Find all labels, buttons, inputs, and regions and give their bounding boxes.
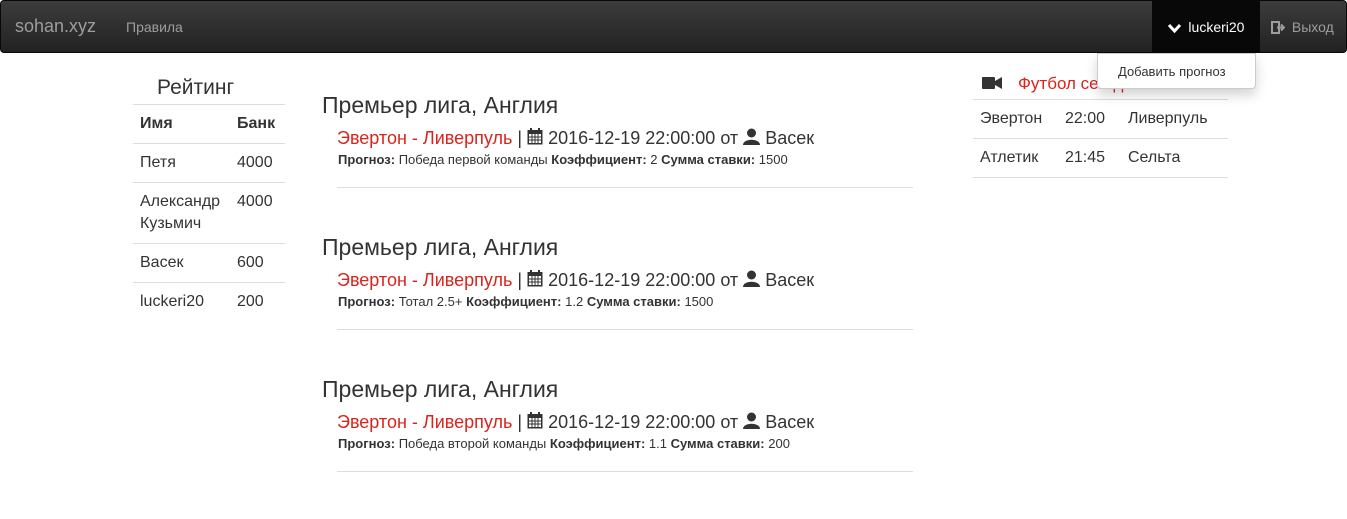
divider	[337, 187, 913, 188]
logout-link[interactable]: Выход	[1271, 19, 1334, 35]
game-time-cell: 21:45	[1058, 138, 1121, 178]
stake-label: Сумма ставки:	[661, 152, 756, 167]
rating-bank-cell: 200	[230, 282, 285, 321]
forecast-card: Премьер лига, Англия Эвертон - Ливерпуль…	[322, 234, 922, 330]
game-time-cell: 22:00	[1058, 99, 1121, 139]
calendar-icon	[527, 270, 543, 290]
rating-bank-cell: 600	[230, 243, 285, 283]
forecast-value: Тотал 2.5+	[398, 294, 463, 309]
match-line: Эвертон - Ливерпуль | 2016-12-19 22:00:0…	[337, 128, 922, 149]
forecast-label: Прогноз:	[338, 152, 396, 167]
away-team-cell: Ливерпуль	[1121, 99, 1228, 139]
home-team-cell: Атлетик	[973, 138, 1058, 178]
forecast-detail: Прогноз: Победа второй команды Коэффицие…	[338, 436, 922, 451]
rating-title: Рейтинг	[157, 76, 235, 99]
table-row: Александр Кузьмич 4000	[133, 182, 285, 244]
table-row: Эвертон 22:00 Ливерпуль	[973, 99, 1228, 139]
match-link[interactable]: Эвертон - Ливерпуль	[337, 412, 512, 432]
forecast-value: Победа первой команды	[398, 152, 548, 167]
divider	[337, 329, 913, 330]
match-link[interactable]: Эвертон - Ливерпуль	[337, 270, 512, 290]
forecast-value: Победа второй команды	[398, 436, 547, 451]
rating-bank-cell: 4000	[230, 182, 285, 244]
author-name: Васек	[765, 412, 815, 432]
table-row: Атлетик 21:45 Сельта	[973, 138, 1228, 178]
forecast-detail: Прогноз: Тотал 2.5+ Коэффициент: 1.2 Сум…	[338, 294, 922, 309]
rating-name-cell: Васек	[133, 243, 230, 283]
from-label: от	[720, 128, 739, 148]
rating-header-row: Имя Банк	[133, 104, 285, 144]
stake-value: 200	[768, 436, 790, 451]
rating-table: Имя Банк Петя 4000 Александр Кузьмич 400…	[133, 104, 285, 321]
match-line: Эвертон - Ливерпуль | 2016-12-19 22:00:0…	[337, 412, 922, 433]
match-datetime: 2016-12-19 22:00:00	[548, 412, 716, 432]
forecast-card: Премьер лига, Англия Эвертон - Ливерпуль…	[322, 92, 922, 188]
rating-header-bank: Банк	[230, 104, 285, 144]
from-label: от	[720, 412, 739, 432]
logout-label: Выход	[1291, 19, 1334, 35]
separator: |	[517, 128, 523, 148]
user-icon	[743, 270, 761, 290]
divider	[337, 471, 913, 472]
away-team-cell: Сельта	[1121, 138, 1228, 178]
stake-value: 1500	[758, 152, 788, 167]
home-team-cell: Эвертон	[973, 99, 1058, 139]
match-line: Эвертон - Ливерпуль | 2016-12-19 22:00:0…	[337, 270, 922, 291]
coef-label: Коэффициент:	[551, 152, 647, 167]
user-menu-toggle[interactable]: luckeri20	[1152, 1, 1260, 53]
table-row: luckeri20 200	[133, 282, 285, 321]
stake-label: Сумма ставки:	[670, 436, 765, 451]
chevron-down-icon	[1167, 19, 1189, 35]
league-title: Премьер лига, Англия	[322, 376, 559, 402]
football-today-table: Эвертон 22:00 Ливерпуль Атлетик 21:45 Се…	[973, 99, 1228, 178]
separator: |	[517, 270, 523, 290]
video-camera-icon	[982, 74, 1018, 93]
coef-label: Коэффициент:	[549, 436, 646, 451]
forecast-label: Прогноз:	[338, 294, 396, 309]
rating-name-cell: Александр Кузьмич	[133, 182, 230, 244]
calendar-icon	[527, 128, 543, 148]
table-row: Васек 600	[133, 243, 285, 283]
coef-value: 1.1	[648, 436, 667, 451]
calendar-icon	[527, 412, 543, 432]
table-row: Петя 4000	[133, 143, 285, 183]
match-link[interactable]: Эвертон - Ливерпуль	[337, 128, 512, 148]
user-icon	[743, 412, 761, 432]
coef-value: 1.2	[565, 294, 584, 309]
match-datetime: 2016-12-19 22:00:00	[548, 128, 716, 148]
top-navbar: sohan.xyz Правила luckeri20 Выход	[0, 0, 1347, 53]
rating-header-name: Имя	[133, 104, 230, 144]
logout-icon	[1271, 19, 1292, 35]
from-label: от	[720, 270, 739, 290]
add-forecast-menu-item[interactable]: Добавить прогноз	[1098, 54, 1255, 79]
coef-value: 2	[650, 152, 658, 167]
match-datetime: 2016-12-19 22:00:00	[548, 270, 716, 290]
stake-value: 1500	[684, 294, 714, 309]
rating-name-cell: Петя	[133, 143, 230, 183]
forecast-card: Премьер лига, Англия Эвертон - Ливерпуль…	[322, 376, 922, 472]
user-menu-label: luckeri20	[1188, 19, 1245, 35]
stake-label: Сумма ставки:	[586, 294, 681, 309]
brand-link[interactable]: sohan.xyz	[15, 16, 96, 37]
rating-name-cell: luckeri20	[133, 282, 230, 321]
separator: |	[517, 412, 523, 432]
coef-label: Коэффициент:	[466, 294, 562, 309]
user-dropdown-menu: Добавить прогноз	[1097, 53, 1256, 89]
user-icon	[743, 128, 761, 148]
league-title: Премьер лига, Англия	[322, 92, 559, 118]
author-name: Васек	[765, 128, 815, 148]
forecast-label: Прогноз:	[338, 436, 396, 451]
author-name: Васек	[765, 270, 815, 290]
nav-rules-link[interactable]: Правила	[126, 19, 183, 35]
rating-bank-cell: 4000	[230, 143, 285, 183]
league-title: Премьер лига, Англия	[322, 234, 559, 260]
forecast-detail: Прогноз: Победа первой команды Коэффицие…	[338, 152, 922, 167]
